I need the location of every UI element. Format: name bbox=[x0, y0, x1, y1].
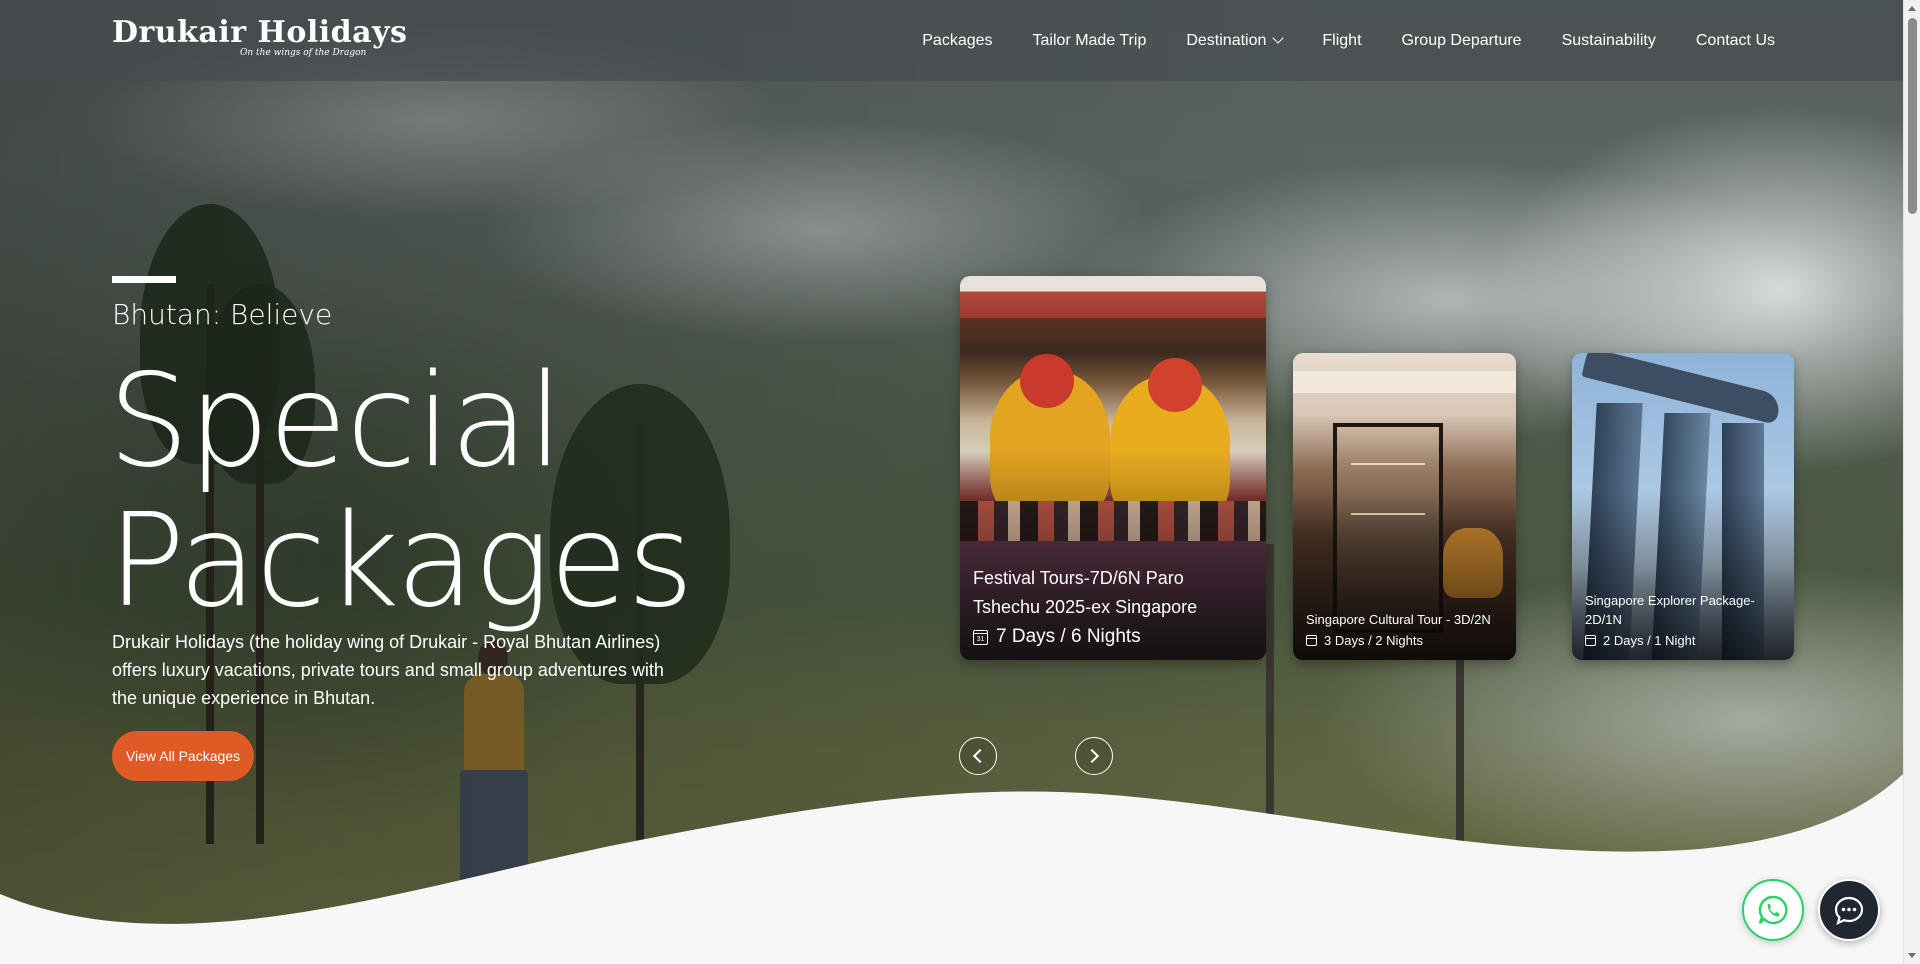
page-scrollbar[interactable] bbox=[1903, 0, 1920, 964]
package-duration: 3 Days / 2 Nights bbox=[1324, 633, 1423, 648]
card-info: Festival Tours-7D/6N Paro Tshechu 2025-e… bbox=[973, 564, 1253, 648]
hero-title: Special Packages bbox=[108, 347, 694, 636]
nav-label: Flight bbox=[1322, 31, 1362, 49]
whatsapp-icon bbox=[1758, 895, 1788, 925]
package-card[interactable]: Festival Tours-7D/6N Paro Tshechu 2025-e… bbox=[960, 276, 1266, 660]
nav-item-destination[interactable]: Destination bbox=[1186, 31, 1285, 50]
package-card[interactable]: Singapore Cultural Tour - 3D/2N 3 Days /… bbox=[1293, 353, 1516, 660]
chat-button[interactable] bbox=[1818, 879, 1880, 941]
chat-bubble-icon bbox=[1834, 896, 1864, 926]
chevron-down-icon bbox=[1272, 31, 1285, 44]
hero-title-line: Packages bbox=[108, 487, 694, 636]
carousel-next-button[interactable] bbox=[1075, 737, 1113, 775]
whatsapp-button[interactable] bbox=[1742, 879, 1804, 941]
calendar-icon bbox=[1306, 635, 1317, 646]
nav-label: Group Departure bbox=[1401, 31, 1522, 49]
calendar-icon: 31 bbox=[973, 629, 988, 645]
brand-logo[interactable]: Drukair Holidays On the wings of the Dra… bbox=[112, 15, 408, 59]
package-card[interactable]: Singapore Explorer Package-2D/1N 2 Days … bbox=[1572, 353, 1794, 660]
package-title: Festival Tours-7D/6N Paro Tshechu 2025-e… bbox=[973, 568, 1198, 617]
package-title: Singapore Explorer Package-2D/1N bbox=[1585, 593, 1755, 627]
scroll-up-icon[interactable] bbox=[1908, 6, 1916, 11]
package-duration-row: 2 Days / 1 Night bbox=[1585, 633, 1781, 648]
nav-label: Destination bbox=[1186, 31, 1267, 49]
calendar-icon bbox=[1585, 635, 1596, 646]
card-info: Singapore Explorer Package-2D/1N 2 Days … bbox=[1585, 591, 1781, 648]
nav-label: Sustainability bbox=[1561, 31, 1656, 49]
nav-item-flight[interactable]: Flight bbox=[1322, 32, 1361, 50]
nav-label: Contact Us bbox=[1695, 31, 1775, 49]
package-title: Singapore Cultural Tour - 3D/2N bbox=[1306, 612, 1491, 627]
package-duration-row: 31 7 Days / 6 Nights bbox=[973, 626, 1253, 648]
view-all-packages-button[interactable]: View All Packages bbox=[112, 731, 254, 781]
hero-eyebrow: Bhutan: Believe bbox=[112, 298, 333, 331]
accent-bar bbox=[112, 276, 176, 283]
wave-divider bbox=[0, 774, 1903, 964]
scroll-down-icon[interactable] bbox=[1908, 953, 1916, 958]
nav-item-packages[interactable]: Packages bbox=[922, 32, 992, 50]
hero-title-line: Special bbox=[108, 347, 563, 496]
package-duration: 2 Days / 1 Night bbox=[1603, 633, 1696, 648]
card-info: Singapore Cultural Tour - 3D/2N 3 Days /… bbox=[1306, 610, 1503, 648]
nav-item-sustainability[interactable]: Sustainability bbox=[1562, 32, 1656, 50]
site-header: Drukair Holidays On the wings of the Dra… bbox=[0, 0, 1903, 81]
nav-label: Packages bbox=[922, 31, 993, 49]
brand-name: Drukair Holidays bbox=[112, 15, 408, 50]
package-duration-row: 3 Days / 2 Nights bbox=[1306, 633, 1503, 648]
chevron-left-icon bbox=[972, 748, 988, 764]
nav-item-group-departure[interactable]: Group Departure bbox=[1402, 32, 1522, 50]
brand-tagline: On the wings of the Dragon bbox=[240, 48, 367, 58]
nav-label: Tailor Made Trip bbox=[1032, 31, 1147, 49]
package-duration: 7 Days / 6 Nights bbox=[996, 626, 1141, 647]
scrollbar-thumb[interactable] bbox=[1908, 18, 1917, 214]
hero-description: Drukair Holidays (the holiday wing of Dr… bbox=[112, 632, 664, 708]
main-nav: Packages Tailor Made Trip Destination Fl… bbox=[882, 0, 1775, 81]
nav-item-contact-us[interactable]: Contact Us bbox=[1696, 32, 1775, 50]
nav-item-tailor-made-trip[interactable]: Tailor Made Trip bbox=[1033, 32, 1147, 50]
carousel-prev-button[interactable] bbox=[959, 737, 997, 775]
chevron-right-icon bbox=[1084, 748, 1100, 764]
